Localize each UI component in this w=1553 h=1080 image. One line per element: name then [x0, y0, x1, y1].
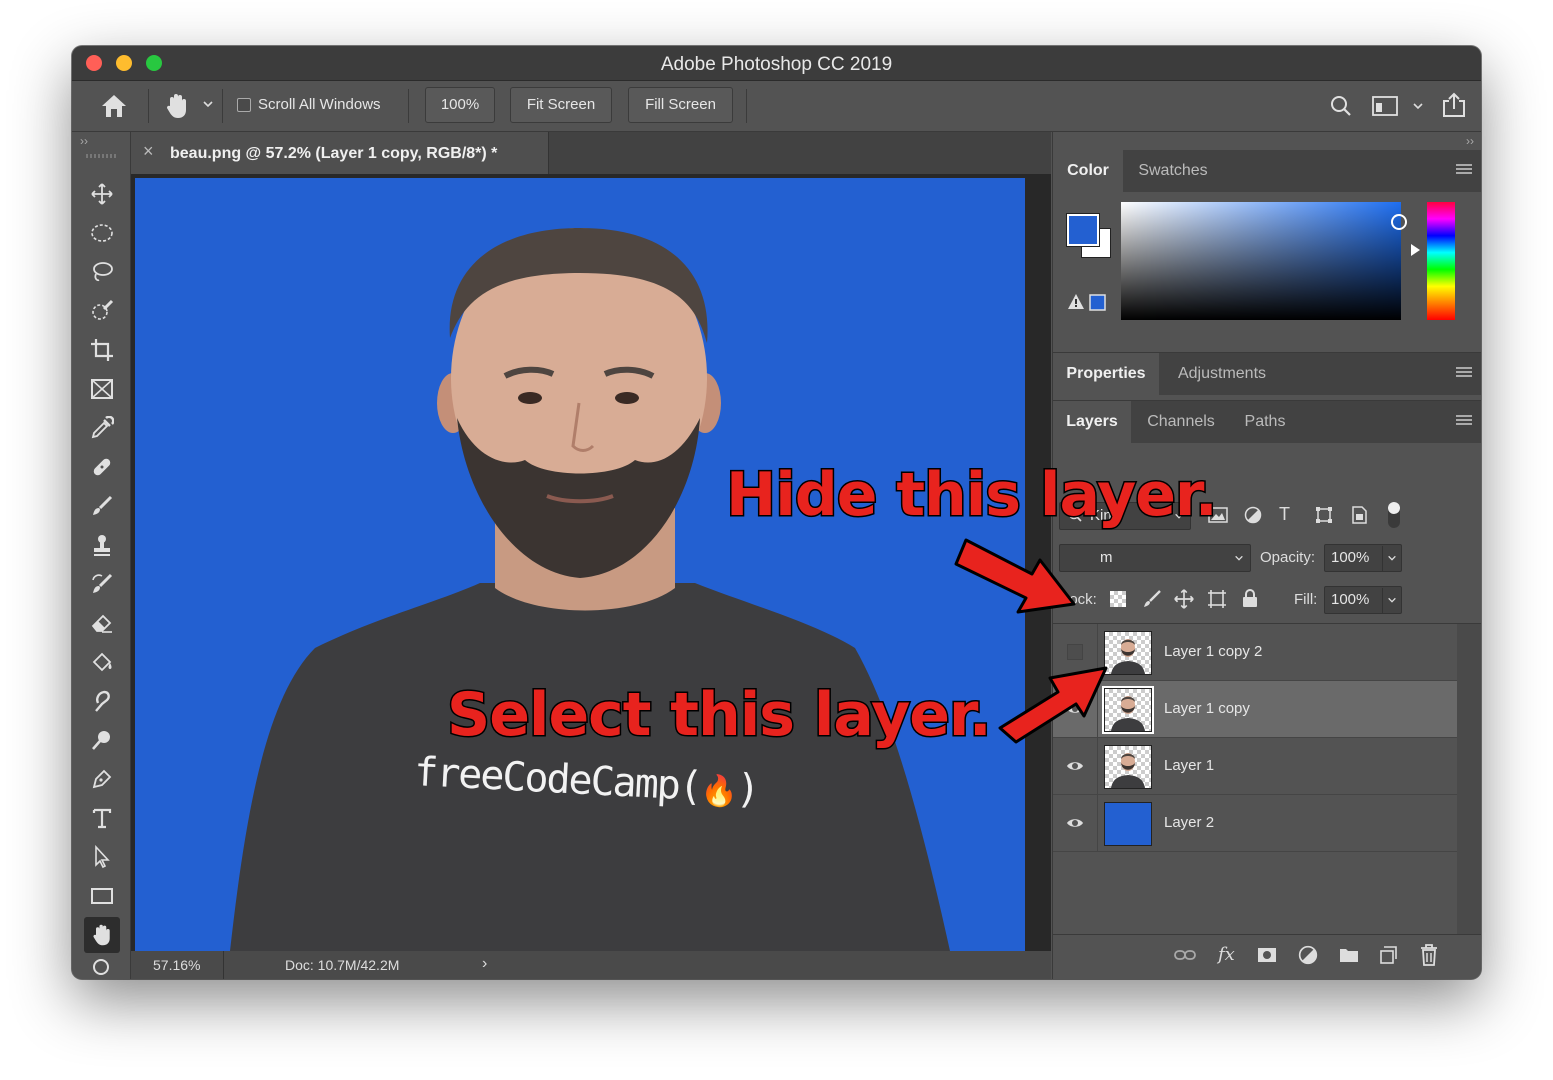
hide-arrow: [954, 538, 1076, 614]
annotation-arrows: [954, 538, 1108, 744]
select-arrow: [998, 666, 1108, 744]
